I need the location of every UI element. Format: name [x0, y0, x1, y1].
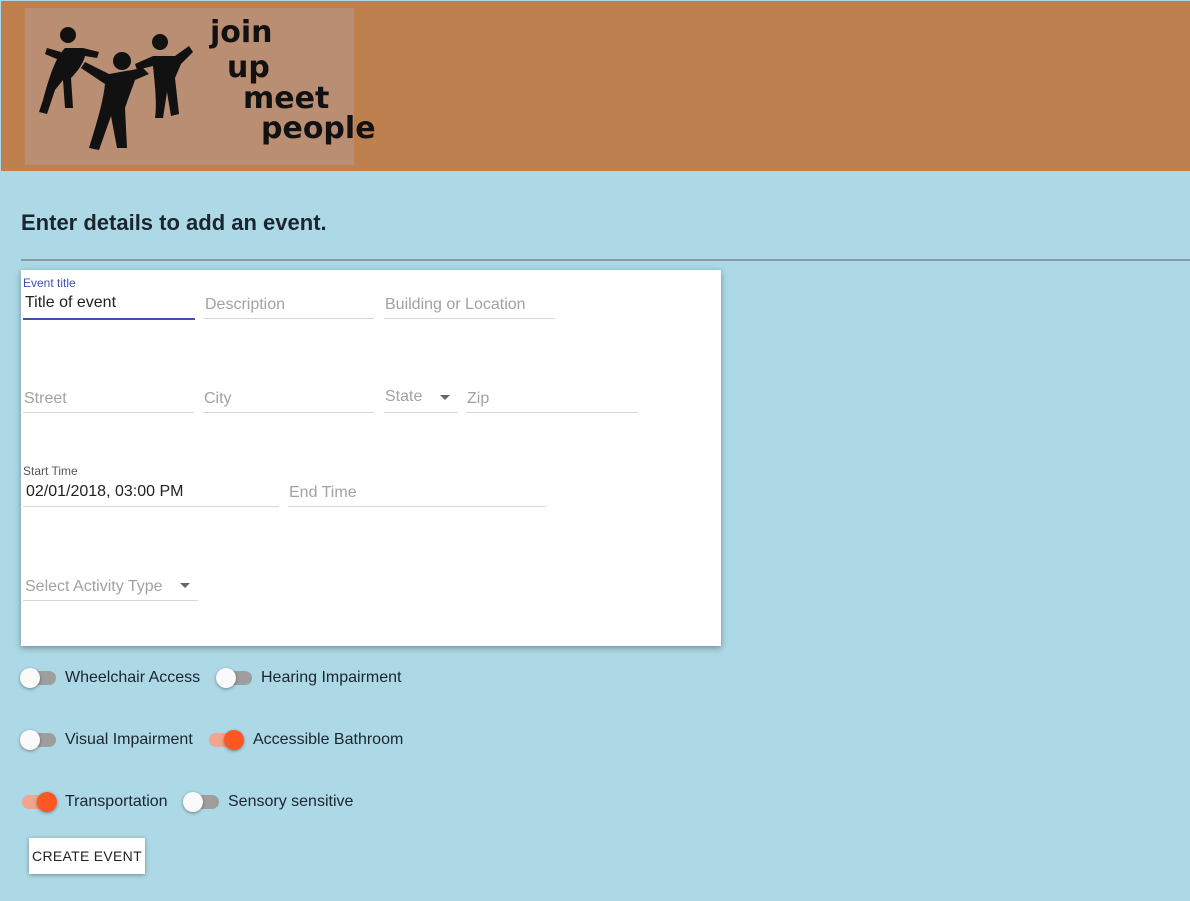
- accessible-bathroom-label: Accessible Bathroom: [253, 731, 404, 748]
- zip-placeholder: Zip: [467, 390, 490, 407]
- street-placeholder: Street: [24, 390, 67, 407]
- visual-impairment-label: Visual Impairment: [65, 731, 193, 748]
- section-divider: [21, 259, 1190, 261]
- hearing-impairment-label: Hearing Impairment: [261, 669, 402, 686]
- state-dropdown-icon: [440, 395, 450, 400]
- toggle-thumb: [224, 730, 244, 750]
- end-time-placeholder: End Time: [289, 484, 357, 501]
- toggle-thumb: [183, 792, 203, 812]
- sensory-sensitive-toggle[interactable]: [183, 789, 223, 813]
- event-title-value: Title of event: [25, 294, 117, 311]
- start-time-field[interactable]: Start Time 02/01/2018, 03:00 PM: [23, 464, 279, 507]
- people-silhouettes-icon: [39, 27, 193, 150]
- city-placeholder: City: [204, 390, 232, 407]
- activity-type-select[interactable]: Select Activity Type: [23, 558, 198, 601]
- sensory-sensitive-label: Sensory sensitive: [228, 793, 354, 810]
- city-field[interactable]: City: [203, 370, 374, 413]
- state-placeholder: State: [385, 388, 423, 405]
- page-title: Enter details to add an event.: [21, 210, 327, 235]
- join-up-meet-people-logo[interactable]: join up meet people: [25, 8, 376, 165]
- start-time-value: 02/01/2018, 03:00 PM: [26, 483, 184, 500]
- location-field[interactable]: Building or Location: [384, 276, 555, 319]
- toggle-thumb: [20, 730, 40, 750]
- wheelchair-access-toggle[interactable]: [20, 665, 60, 689]
- create-event-button[interactable]: CREATE EVENT: [29, 838, 145, 874]
- event-form-card: Event title Title of event Description B…: [21, 270, 721, 646]
- activity-type-dropdown-icon: [180, 583, 190, 588]
- accessible-bathroom-toggle[interactable]: [207, 727, 247, 751]
- street-field[interactable]: Street: [23, 370, 194, 413]
- location-placeholder: Building or Location: [385, 296, 526, 313]
- app-header: join up meet people: [1, 1, 1190, 171]
- activity-type-placeholder: Select Activity Type: [25, 578, 163, 595]
- toggle-thumb: [216, 668, 236, 688]
- visual-impairment-toggle[interactable]: [20, 727, 60, 751]
- description-field[interactable]: Description: [204, 276, 374, 319]
- hearing-impairment-toggle[interactable]: [216, 665, 256, 689]
- event-title-field[interactable]: Event title Title of event: [23, 276, 195, 320]
- event-title-label: Event title: [23, 276, 76, 290]
- description-placeholder: Description: [205, 296, 286, 313]
- transportation-toggle[interactable]: [20, 789, 60, 813]
- end-time-field[interactable]: End Time: [288, 464, 546, 507]
- logo-word-up: up: [227, 50, 270, 85]
- logo-word-people: people: [261, 111, 376, 146]
- start-time-label: Start Time: [23, 464, 78, 478]
- logo-word-meet: meet: [243, 81, 330, 116]
- toggle-thumb: [37, 792, 57, 812]
- wheelchair-access-label: Wheelchair Access: [65, 669, 201, 686]
- logo-word-join: join: [210, 15, 273, 50]
- transportation-label: Transportation: [65, 793, 168, 810]
- zip-field[interactable]: Zip: [466, 370, 638, 413]
- toggle-thumb: [20, 668, 40, 688]
- state-select[interactable]: State: [384, 370, 458, 413]
